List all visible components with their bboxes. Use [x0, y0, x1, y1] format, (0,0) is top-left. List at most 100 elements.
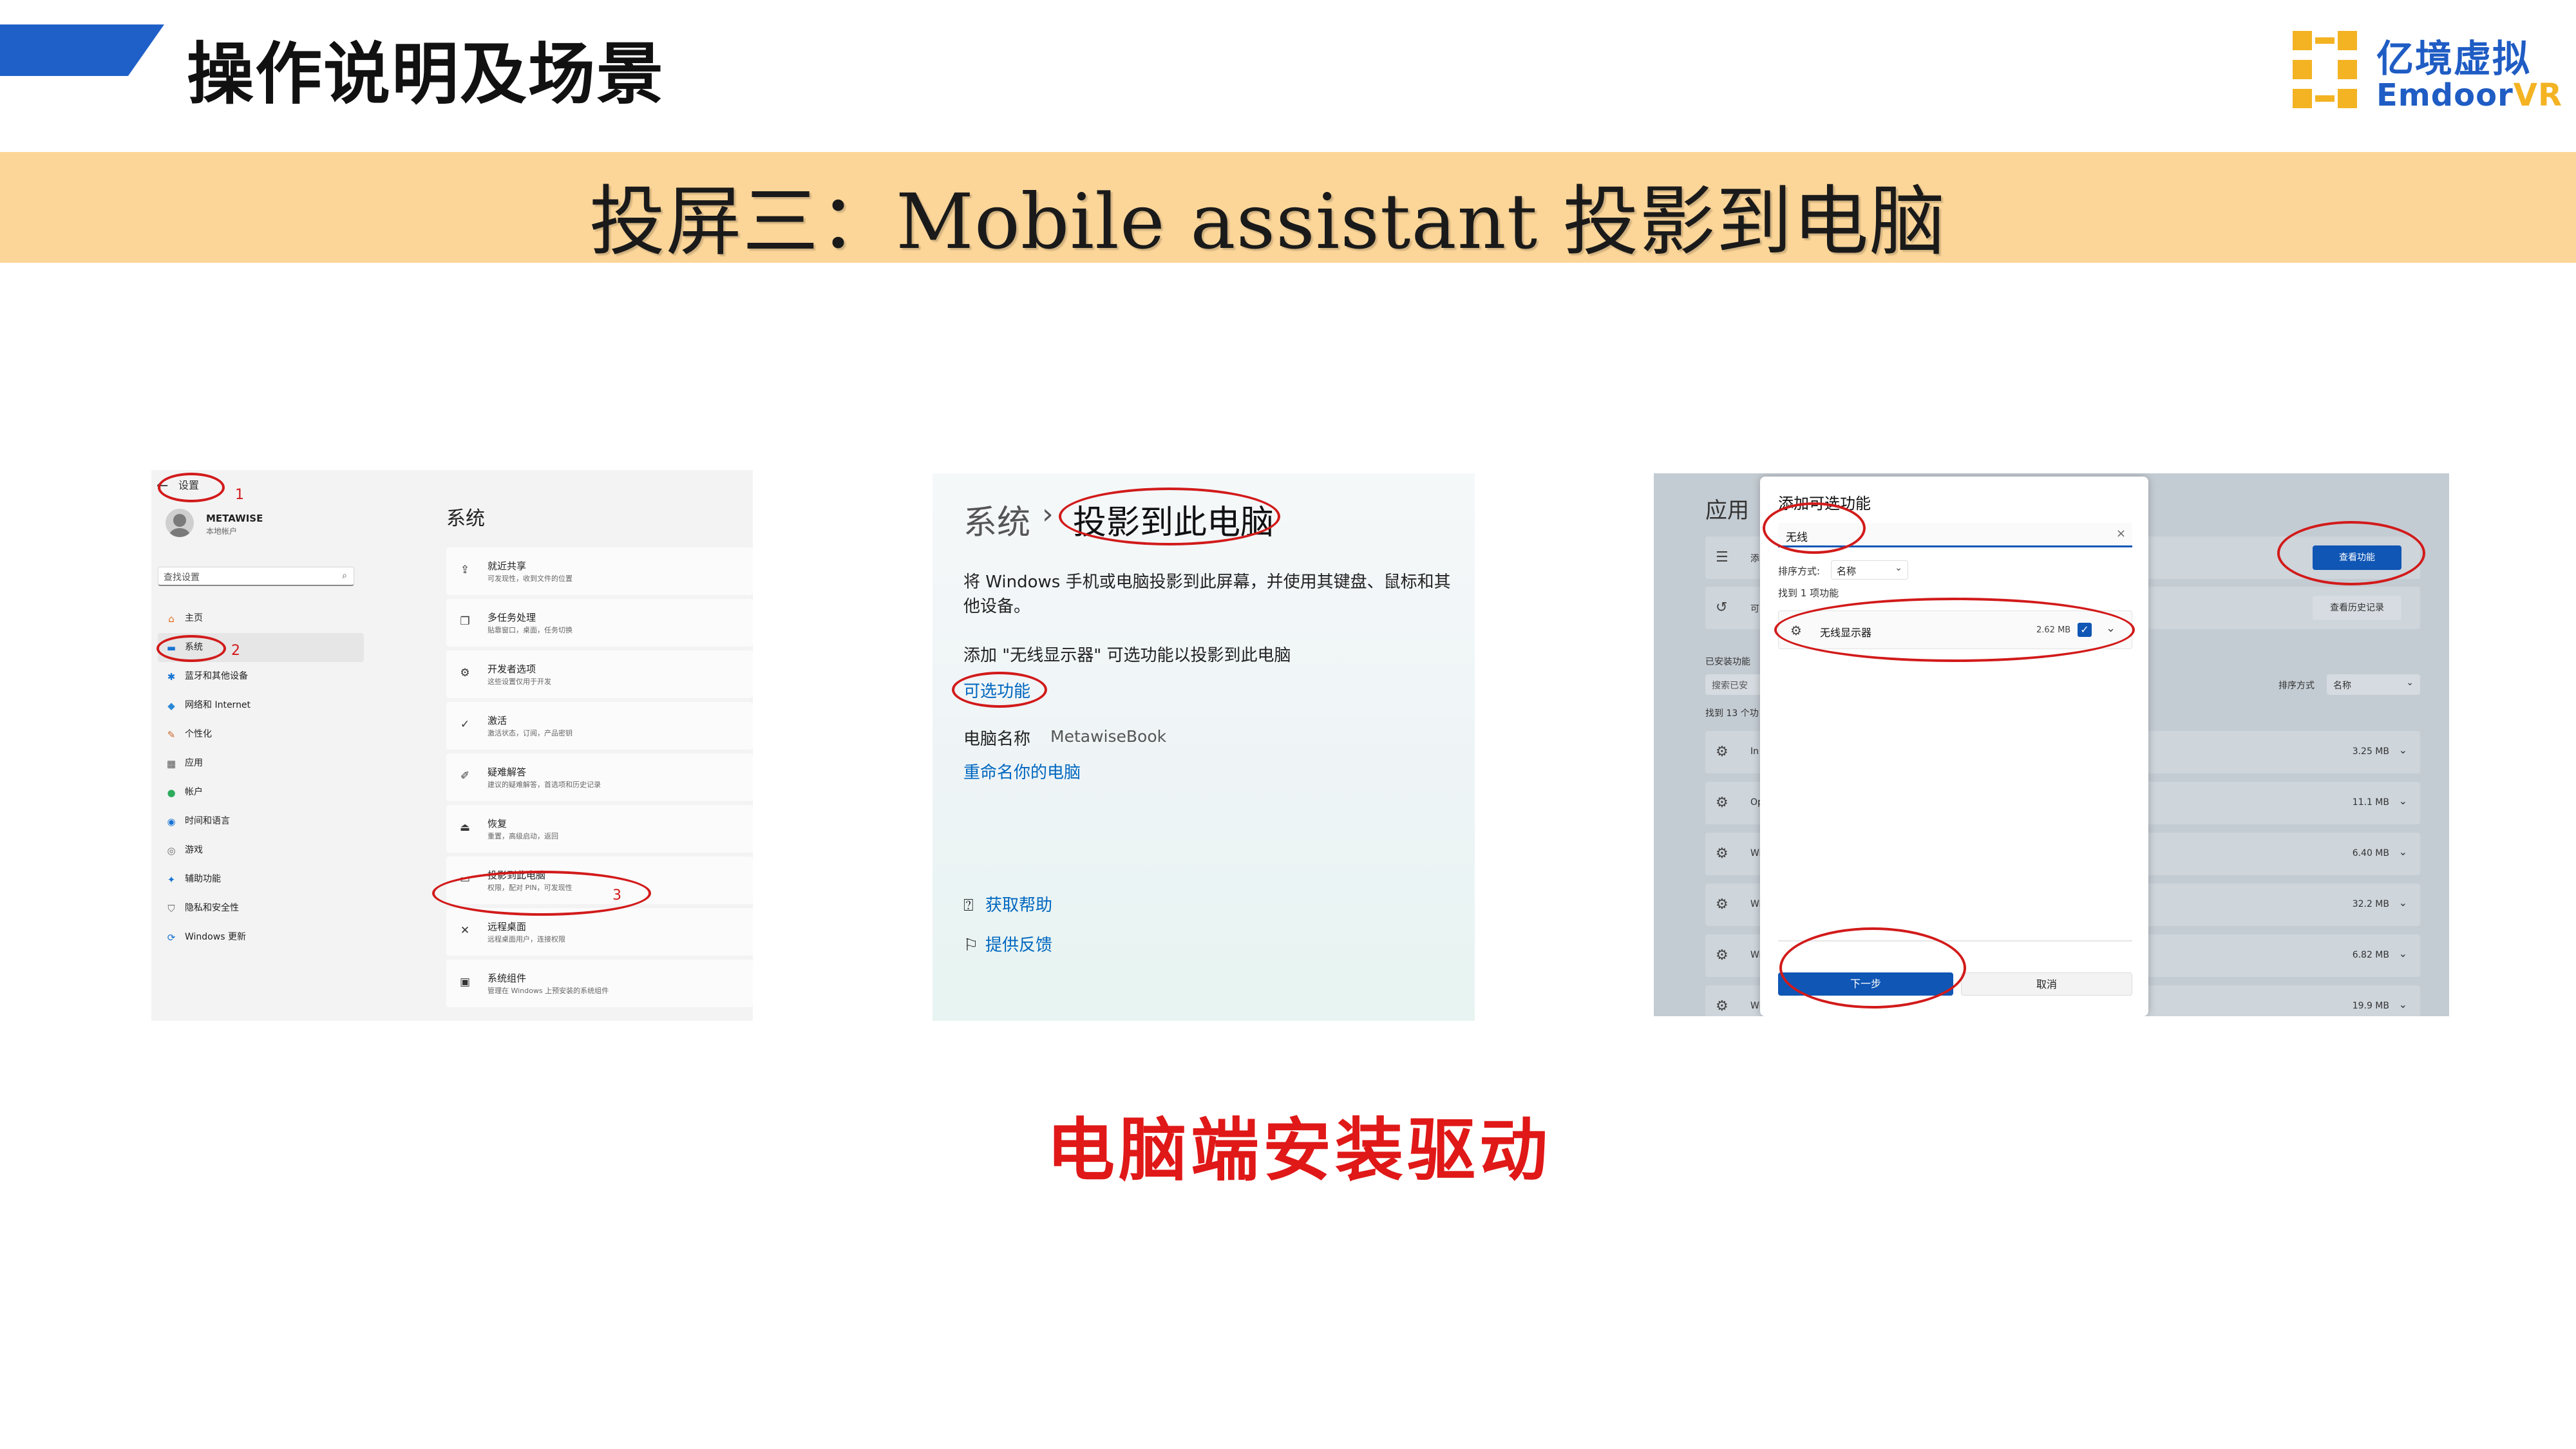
- sidebar-item[interactable]: ◆ 网络和 Internet: [158, 691, 364, 720]
- shield-icon: ⛉: [167, 903, 175, 914]
- optional-features-screenshot: 应用 ☰ 添 ↺ 可查看功能 查看历史记录 已安装功能 搜索已安 排序方式 名称 ⌄ 找…: [1654, 473, 2449, 1016]
- logo-text-en-accent: VR: [2513, 77, 2562, 113]
- feedback-icon: ⚐: [963, 936, 979, 955]
- annotation-number-3: 3: [612, 887, 621, 904]
- feature-gear-icon: ⚙: [1716, 896, 1728, 913]
- close-icon[interactable]: ×: [2116, 527, 2126, 540]
- settings-card[interactable]: ✐ 疑难解答 建议的疑难解答，首选项和历史记录: [446, 753, 753, 801]
- dialog-found-count: 找到 1 项功能: [1778, 587, 1839, 599]
- settings-card[interactable]: ⚙ 开发者选项这些设置仅用于开发: [446, 650, 753, 698]
- search-placeholder: 查找设置: [164, 573, 200, 583]
- annotation-circle-view: [2277, 521, 2425, 585]
- settings-card-subtitle: 建议的疑难解答，首选项和历史记录: [488, 781, 601, 789]
- feature-gear-icon: ⚙: [1716, 795, 1728, 811]
- sidebar-item-label: 帐户: [185, 787, 203, 797]
- installed-feature-size: 32.2 MB: [2352, 899, 2389, 909]
- feature-gear-icon: ⚙: [1716, 846, 1728, 862]
- settings-card[interactable]: ⇪ 就近共享 可发现性，收到文件的位置: [446, 547, 753, 595]
- installed-feature-size: 6.82 MB: [2352, 950, 2389, 960]
- home-icon: ⌂: [168, 613, 175, 625]
- sidebar-item[interactable]: ⌂ 主页: [158, 604, 364, 633]
- dialog-sort-label: 排序方式:: [1778, 565, 1821, 577]
- accessibility-icon: ✦: [167, 874, 176, 886]
- settings-card-subtitle: 贴靠窗口，桌面，任务切换: [488, 626, 573, 634]
- give-feedback-link[interactable]: ⚐ 提供反馈: [963, 932, 1052, 956]
- chevron-down-icon[interactable]: ⌄: [2399, 947, 2407, 960]
- chevron-down-icon[interactable]: ⌄: [2399, 744, 2407, 756]
- bg-sort-select[interactable]: 名称 ⌄: [2327, 674, 2420, 695]
- annotation-circle-1: [158, 473, 225, 502]
- installed-feature-size: 11.1 MB: [2352, 797, 2389, 808]
- settings-card[interactable]: ⏏ 恢复 重置，高级启动，返回: [446, 805, 753, 853]
- sidebar-item[interactable]: ✦ 辅助功能: [158, 865, 364, 894]
- annotation-number-2: 2: [231, 643, 240, 659]
- chevron-down-icon[interactable]: ⌄: [2399, 896, 2407, 909]
- settings-card[interactable]: ▣ 系统组件 管理在 Windows 上预安装的系统组件: [446, 960, 753, 1007]
- projection-description: 将 Windows 手机或电脑投影到此屏幕，并使用其键盘、鼠标和其他设备。: [963, 573, 1451, 616]
- get-help-link[interactable]: ⍰ 获取帮助: [963, 892, 1052, 916]
- sidebar-item[interactable]: ◎ 游戏: [158, 836, 364, 865]
- settings-card-title: 恢复: [488, 818, 507, 829]
- settings-card-subtitle: 管理在 Windows 上预安装的系统组件: [488, 987, 609, 995]
- annotation-circle-optional: [952, 672, 1047, 708]
- installed-features-label: 已安装功能: [1705, 657, 1750, 667]
- account-icon: ●: [167, 787, 176, 799]
- cancel-button[interactable]: 取消: [1961, 972, 2132, 996]
- sidebar-item-label: 主页: [185, 613, 203, 623]
- list-icon: ☰: [1716, 549, 1728, 565]
- bg-settings-row-label: 可: [1750, 604, 1759, 614]
- sidebar-item[interactable]: ⟳ Windows 更新: [158, 923, 364, 952]
- chevron-down-icon[interactable]: ⌄: [2399, 998, 2407, 1010]
- check-circle-icon: ✓: [460, 718, 470, 731]
- settings-card[interactable]: ✓ 激活激活状态，订阅，产品密钥: [446, 702, 753, 750]
- developer-icon: ⚙: [460, 667, 470, 679]
- settings-card-title: 多任务处理: [488, 612, 536, 623]
- settings-card-title: 开发者选项: [488, 663, 536, 675]
- user-account-type: 本地帐户: [206, 527, 238, 536]
- share-icon: ⇪: [460, 564, 470, 576]
- installed-feature-size: 6.40 MB: [2352, 848, 2389, 858]
- sidebar-item[interactable]: ✎ 个性化: [158, 720, 364, 749]
- chevron-down-icon: ⌄: [1895, 563, 1902, 573]
- sidebar-item[interactable]: ✱ 蓝牙和其他设备: [158, 662, 364, 691]
- pc-name-value: MetawiseBook: [1050, 727, 1167, 746]
- bg-settings-row-label: 添: [1750, 554, 1759, 564]
- installed-feature-size: 3.25 MB: [2352, 746, 2389, 757]
- sidebar-item-label: 个性化: [185, 729, 212, 739]
- project-to-pc-screenshot: 系统 › 投影到此电脑 将 Windows 手机或电脑投影到此屏幕，并使用其键盘…: [933, 473, 1475, 1021]
- annotation-number-1: 1: [235, 487, 244, 503]
- logo-text-en-main: Emdoor: [2376, 77, 2514, 113]
- give-feedback-label: 提供反馈: [985, 936, 1053, 955]
- rename-pc-link[interactable]: 重命名你的电脑: [963, 759, 1081, 783]
- settings-card[interactable]: ❐ 多任务处理贴靠窗口，桌面，任务切换: [446, 599, 753, 647]
- settings-card-title: 激活: [488, 715, 507, 726]
- settings-search-input[interactable]: 查找设置 ⌕: [158, 567, 354, 586]
- sidebar-item[interactable]: ⛉ 隐私和安全性: [158, 894, 364, 923]
- settings-card-subtitle: 激活状态，订阅，产品密钥: [488, 729, 573, 737]
- pc-name-label: 电脑名称: [963, 730, 1031, 749]
- settings-card[interactable]: ✕ 远程桌面 远程桌面用户，连接权限: [446, 908, 753, 956]
- chevron-down-icon[interactable]: ⌄: [2399, 795, 2407, 807]
- dialog-sort-select[interactable]: 名称 ⌄: [1831, 560, 1908, 580]
- view-history-button[interactable]: 查看历史记录: [2313, 596, 2401, 620]
- settings-card-subtitle: 这些设置仅用于开发: [488, 677, 551, 686]
- bg-sort-value: 名称: [2333, 681, 2351, 691]
- settings-card-subtitle: 可发现性，收到文件的位置: [488, 574, 573, 583]
- settings-card-subtitle: 重置，高级启动，返回: [488, 832, 558, 840]
- settings-screenshot: ← 设置 1 METAWISE 本地帐户 查找设置 ⌕ ⌂ 主页 ▬ 系统 ✱ 蓝牙和其他…: [151, 470, 753, 1021]
- settings-card-title: 远程桌面: [488, 921, 527, 933]
- chevron-down-icon: ⌄: [2406, 677, 2414, 688]
- sidebar-item[interactable]: ▦ 应用: [158, 749, 364, 778]
- breadcrumb-parent[interactable]: 系统: [963, 495, 1030, 544]
- sidebar-item[interactable]: ● 帐户: [158, 778, 364, 807]
- sidebar-item-label: 游戏: [185, 845, 203, 855]
- multitask-icon: ❐: [460, 615, 470, 628]
- annotation-circle-2: [156, 635, 226, 662]
- chevron-down-icon[interactable]: ⌄: [2399, 846, 2407, 858]
- feature-gear-icon: ⚙: [1716, 744, 1728, 760]
- help-icon: ⍰: [963, 896, 974, 915]
- sidebar-item[interactable]: ◉ 时间和语言: [158, 807, 364, 836]
- sidebar-item-label: 蓝牙和其他设备: [185, 671, 248, 681]
- search-icon: ⌕: [342, 571, 347, 581]
- wrench-icon: ✐: [460, 770, 470, 782]
